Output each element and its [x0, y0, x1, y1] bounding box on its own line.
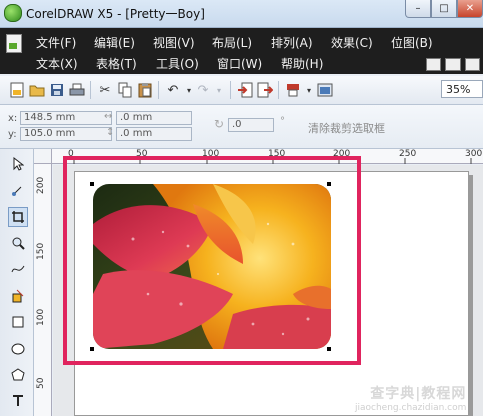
doc-close-button[interactable]	[464, 58, 480, 71]
open-folder-icon[interactable]	[28, 81, 46, 99]
vertical-ruler[interactable]: 200 150 100 50	[34, 164, 52, 416]
zoom-level-input[interactable]: 35%	[441, 80, 483, 98]
ruler-label: 300	[465, 149, 483, 159]
redo-dropdown-icon[interactable]: ▾	[210, 81, 228, 99]
smart-fill-tool-icon[interactable]	[8, 286, 28, 306]
width-icon: ↔	[104, 111, 113, 122]
paste-icon[interactable]	[136, 81, 154, 99]
watermark-title: 查字典|教程网	[370, 386, 467, 402]
menu-edit[interactable]: 编辑(E)	[94, 34, 135, 51]
menu-tools[interactable]: 工具(O)	[156, 55, 199, 72]
height-icon: ↕	[106, 127, 115, 138]
y-label: y:	[8, 129, 17, 140]
title-bar: CorelDRAW X5 - [Pretty一Boy] – □ ✕	[0, 0, 483, 28]
x-label: x:	[8, 113, 18, 124]
doc-minimize-button[interactable]	[426, 58, 442, 71]
doc-restore-button[interactable]	[445, 58, 461, 71]
watermark-url: jiaocheng.chazidian.com	[355, 403, 467, 413]
crop-tool-icon[interactable]	[8, 207, 28, 227]
coreldraw-app-icon[interactable]	[4, 4, 22, 22]
pick-tool-icon[interactable]	[8, 154, 28, 174]
height-field[interactable]: .0 mm	[116, 127, 192, 141]
watermark: 查字典|教程网 jiaocheng.chazidian.com	[355, 383, 466, 413]
ruler-label: 250	[399, 149, 417, 159]
clear-crop-marquee-button[interactable]: 清除裁剪选取框	[308, 120, 385, 136]
toolbox	[0, 149, 34, 416]
maximize-button[interactable]: □	[431, 0, 457, 18]
document-icon[interactable]	[6, 34, 22, 53]
menu-window[interactable]: 窗口(W)	[217, 55, 262, 72]
ellipse-tool-icon[interactable]	[8, 339, 28, 359]
menu-text[interactable]: 文本(X)	[36, 55, 78, 72]
zoom-tool-icon[interactable]	[8, 233, 28, 253]
width-field[interactable]: .0 mm	[116, 111, 192, 125]
ruler-label: 150	[36, 242, 46, 260]
menu-effects[interactable]: 效果(C)	[331, 34, 373, 51]
window-controls: – □ ✕	[405, 0, 483, 18]
annotation-highlight-frame	[63, 156, 361, 365]
page-shadow	[469, 175, 473, 416]
standard-toolbar: ✂ ↶ ▾ ↷ ▾ ▾ 35%	[0, 76, 483, 105]
document-window-controls	[426, 58, 480, 71]
freehand-tool-icon[interactable]	[8, 259, 28, 279]
ruler-label: 100	[36, 308, 46, 326]
rotation-icon: ↻	[214, 117, 225, 131]
ruler-label: 50	[36, 377, 46, 389]
new-document-icon[interactable]	[8, 81, 26, 99]
y-position-field[interactable]: 105.0 mm	[20, 127, 112, 141]
toolbar-separator	[230, 81, 231, 99]
ruler-origin[interactable]	[34, 149, 52, 164]
menu-help[interactable]: 帮助(H)	[281, 55, 323, 72]
shape-tool-icon[interactable]	[8, 180, 28, 200]
toolbar-separator	[158, 81, 159, 99]
export-icon[interactable]	[256, 81, 274, 99]
menu-layout[interactable]: 布局(L)	[212, 34, 252, 51]
polygon-tool-icon[interactable]	[8, 365, 28, 385]
toolbar-separator	[90, 81, 91, 99]
window-title: CorelDRAW X5 - [Pretty一Boy]	[26, 7, 205, 21]
menu-table[interactable]: 表格(T)	[96, 55, 137, 72]
menu-bar: 文件(F) 编辑(E) 视图(V) 布局(L) 排列(A) 效果(C) 位图(B…	[0, 28, 483, 74]
text-tool-icon[interactable]	[8, 391, 28, 411]
menu-bitmaps[interactable]: 位图(B)	[391, 34, 433, 51]
angle-unit: °	[280, 116, 285, 127]
rotation-angle-field[interactable]: .0	[228, 118, 274, 132]
minimize-button[interactable]: –	[405, 0, 431, 18]
menu-arrange[interactable]: 排列(A)	[271, 34, 313, 51]
ruler-label: 200	[36, 176, 46, 194]
toolbar-separator	[278, 81, 279, 99]
print-icon[interactable]	[68, 81, 86, 99]
rectangle-tool-icon[interactable]	[8, 312, 28, 332]
application-launcher-icon[interactable]	[316, 81, 334, 99]
cut-icon[interactable]: ✂	[96, 81, 114, 99]
menu-view[interactable]: 视图(V)	[153, 34, 195, 51]
property-bar: x: 148.5 mm y: 105.0 mm ↔ .0 mm ↕ .0 mm …	[0, 105, 483, 149]
import-icon[interactable]	[236, 81, 254, 99]
x-position-field[interactable]: 148.5 mm	[20, 111, 112, 125]
menu-file[interactable]: 文件(F)	[36, 34, 76, 51]
close-button[interactable]: ✕	[457, 0, 483, 18]
copy-icon[interactable]	[116, 81, 134, 99]
save-icon[interactable]	[48, 81, 66, 99]
